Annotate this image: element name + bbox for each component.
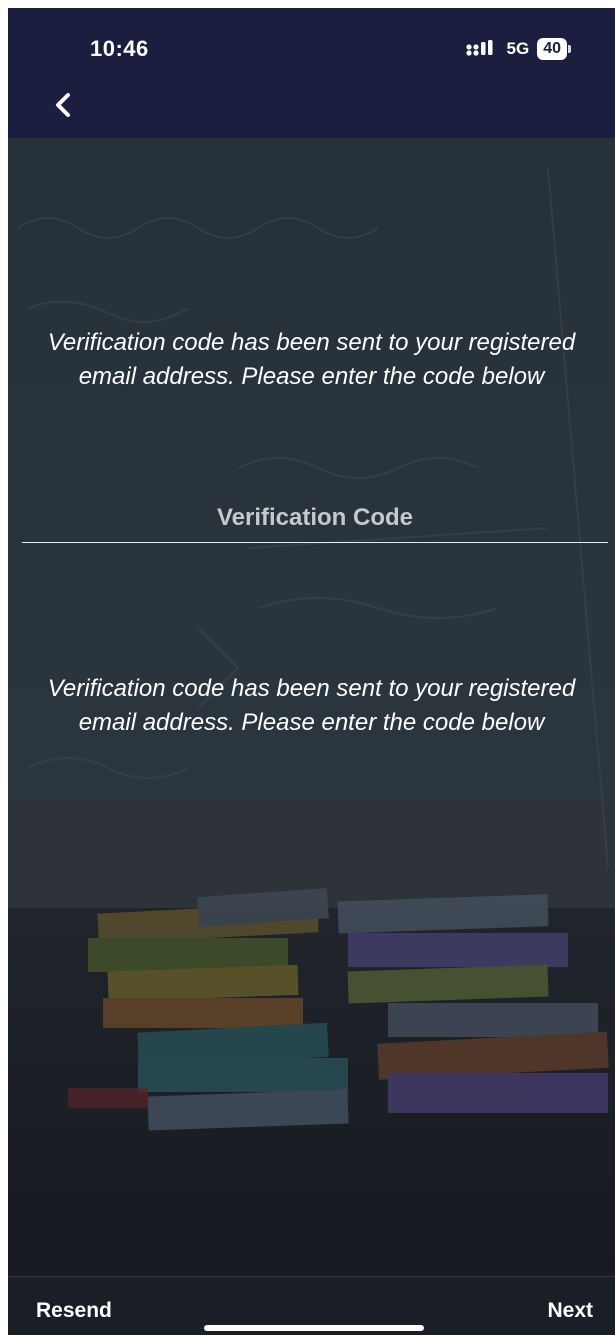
network-type: 5G [506,39,530,58]
verification-message-secondary: Verification code has been sent to your … [47,675,576,736]
status-time: 10:46 [90,36,149,61]
screen: 10:46 5G 40 Verification code has been s… [8,8,615,1335]
status-indicators: 5G 40 [465,38,571,60]
next-button[interactable]: Next [547,1299,593,1323]
battery-icon: 40 [537,38,571,60]
resend-button[interactable]: Resend [36,1299,112,1323]
back-button[interactable] [48,90,78,120]
battery-level: 40 [537,38,567,60]
verification-code-field[interactable] [22,498,608,543]
header-bar: 10:46 5G 40 [8,8,615,138]
signal-icon [465,40,493,56]
chevron-left-icon [56,93,70,117]
battery-tip [568,45,571,53]
verification-message: Verification code has been sent to your … [47,329,576,390]
bottom-action-bar: Resend Next [8,1276,615,1335]
home-indicator[interactable] [204,1325,424,1331]
verification-code-input[interactable] [22,498,608,538]
